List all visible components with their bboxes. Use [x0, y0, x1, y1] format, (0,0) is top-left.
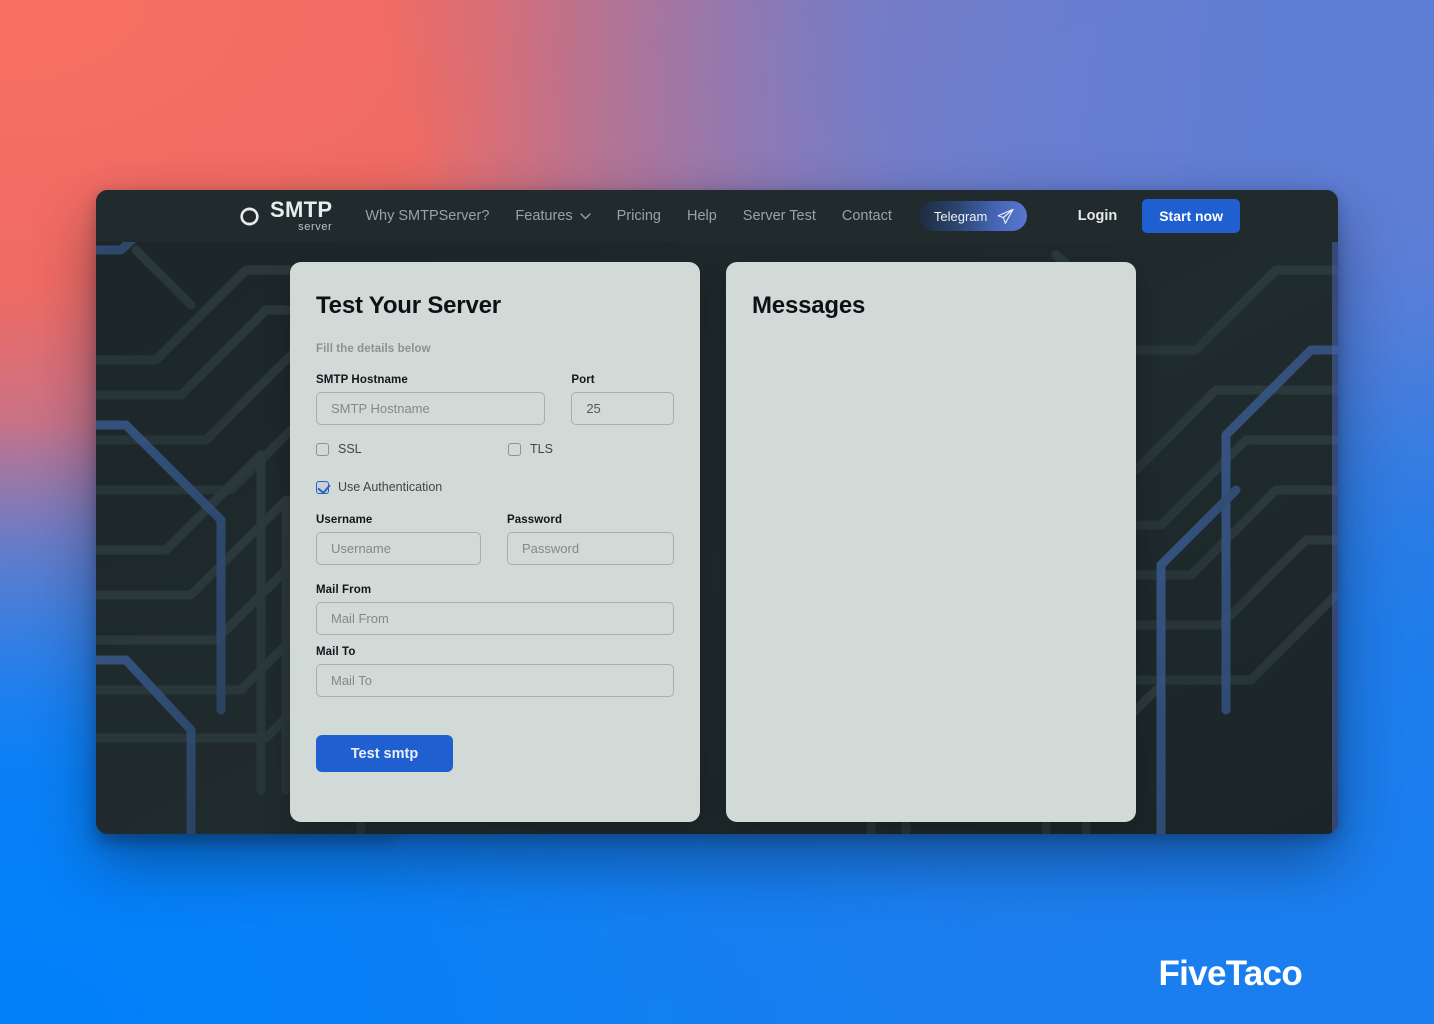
- test-server-card: Test Your Server Fill the details below …: [290, 262, 700, 822]
- nav-item-label: Pricing: [616, 208, 661, 224]
- tls-label: TLS: [530, 442, 553, 456]
- mail-to-input[interactable]: [316, 664, 674, 697]
- card-title: Test Your Server: [316, 292, 501, 319]
- test-smtp-button[interactable]: Test smtp: [316, 735, 453, 772]
- nav-item-server-test[interactable]: Server Test: [730, 190, 829, 242]
- messages-card: Messages: [726, 262, 1136, 822]
- nav-item-label: Contact: [841, 208, 892, 224]
- navbar: SMTP server Why SMTPServer? Features Pri…: [96, 190, 1338, 242]
- mail-from-field-group: Mail From: [316, 584, 674, 635]
- username-field-group: Username: [316, 514, 481, 565]
- telegram-button[interactable]: Telegram: [918, 201, 1028, 231]
- nav-item-label: Features: [515, 208, 573, 224]
- chevron-down-icon: [579, 212, 591, 220]
- password-label: Password: [507, 514, 563, 526]
- nav-item-label: Server Test: [742, 208, 816, 224]
- nav-item-contact[interactable]: Contact: [829, 190, 905, 242]
- ssl-label: SSL: [338, 442, 362, 456]
- paper-plane-icon: [997, 208, 1014, 224]
- start-now-button[interactable]: Start now: [1142, 199, 1240, 233]
- username-input[interactable]: [316, 532, 481, 565]
- hostname-field-group: SMTP Hostname: [316, 374, 546, 425]
- tls-checkbox[interactable]: [508, 442, 521, 456]
- ssl-checkbox-row[interactable]: SSL: [316, 442, 508, 456]
- ssl-checkbox[interactable]: [316, 442, 329, 456]
- hostname-label: SMTP Hostname: [316, 374, 408, 386]
- use-authentication-label: Use Authentication: [338, 480, 443, 494]
- tls-checkbox-row[interactable]: TLS: [508, 442, 553, 456]
- interlocking-circles-icon: [240, 207, 259, 226]
- username-password-row: Username Password: [316, 514, 674, 565]
- port-label: Port: [571, 374, 595, 386]
- hostname-port-row: SMTP Hostname Port: [316, 374, 674, 425]
- password-input[interactable]: [507, 532, 674, 565]
- ssl-tls-row: SSL TLS: [316, 442, 674, 456]
- port-input[interactable]: [571, 392, 674, 425]
- login-link[interactable]: Login: [1078, 208, 1117, 224]
- brand-logo-text: SMTP server: [270, 199, 332, 233]
- mail-from-label: Mail From: [316, 584, 372, 596]
- port-field-group: Port: [571, 374, 674, 425]
- mail-to-label: Mail To: [316, 646, 356, 658]
- navbar-right-group: Login Start now: [1078, 190, 1240, 242]
- nav-item-why-smtpserver[interactable]: Why SMTPServer?: [352, 190, 502, 242]
- messages-card-title: Messages: [752, 292, 866, 319]
- fivetaco-watermark: FiveTaco: [1158, 954, 1302, 993]
- use-authentication-checkbox[interactable]: [316, 480, 329, 494]
- site-panel: SMTP server Why SMTPServer? Features Pri…: [96, 190, 1338, 834]
- brand-name: SMTP: [270, 197, 333, 222]
- card-subtitle: Fill the details below: [316, 343, 431, 355]
- nav-item-pricing[interactable]: Pricing: [604, 190, 674, 242]
- username-label: Username: [316, 514, 373, 526]
- mail-to-field-group: Mail To: [316, 646, 674, 697]
- nav-item-features[interactable]: Features: [502, 190, 603, 242]
- circuit-board-decoration: [96, 190, 1338, 834]
- mail-from-input[interactable]: [316, 602, 674, 635]
- telegram-label: Telegram: [933, 208, 988, 224]
- brand-tagline: server: [298, 221, 333, 233]
- brand-logo[interactable]: SMTP server: [236, 199, 332, 233]
- use-authentication-row[interactable]: Use Authentication: [316, 480, 674, 494]
- password-field-group: Password: [507, 514, 674, 565]
- navbar-left-group: SMTP server Why SMTPServer? Features Pri…: [236, 190, 1028, 242]
- smtp-hostname-input[interactable]: [316, 392, 546, 425]
- nav-item-label: Why SMTPServer?: [365, 208, 490, 224]
- nav-item-help[interactable]: Help: [674, 190, 730, 242]
- nav-item-label: Help: [686, 208, 717, 224]
